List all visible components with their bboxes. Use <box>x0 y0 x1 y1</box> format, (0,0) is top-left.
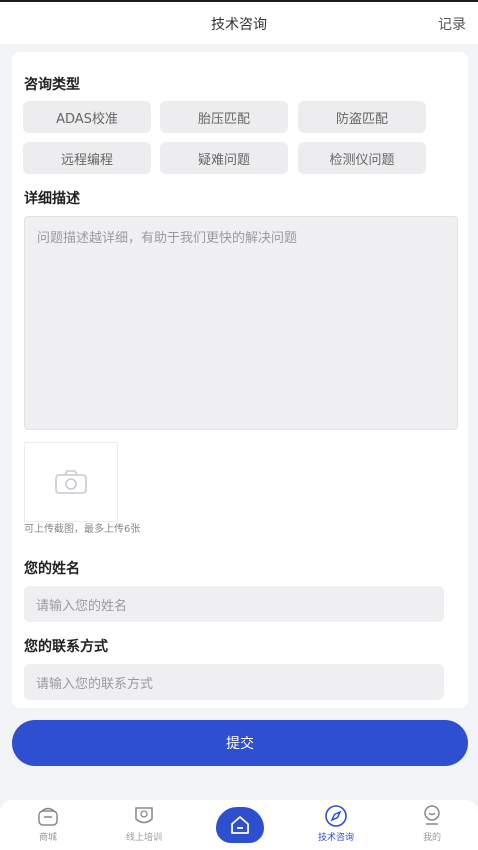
description-placeholder: 问题描述越详细，有助于我们更快的解决问题 <box>37 231 298 246</box>
tab-training-label: 线上培训 <box>125 833 162 843</box>
compass-icon <box>324 804 348 828</box>
chip-scanner-issue[interactable]: 检测仪问题 <box>298 142 426 174</box>
record-link[interactable]: 记录 <box>438 14 466 34</box>
description-textarea[interactable]: 问题描述越详细，有助于我们更快的解决问题 <box>24 216 458 430</box>
description-title: 详细描述 <box>24 191 80 207</box>
tab-shop-label: 商城 <box>38 833 57 843</box>
name-placeholder: 请输入您的姓名 <box>36 598 128 614</box>
home-icon <box>231 816 249 834</box>
top-bar: 技术咨询 记录 <box>0 0 478 44</box>
consult-form-card: 咨询类型 ADAS校准 胎压匹配 防盗匹配 远程编程 疑难问题 检测仪问题 详细… <box>12 52 468 708</box>
tab-tech-consult[interactable]: 技术咨询 <box>301 804 371 850</box>
name-title: 您的姓名 <box>24 561 80 577</box>
upload-hint: 可上传截图，最多上传6张 <box>24 524 141 535</box>
contact-placeholder: 请输入您的联系方式 <box>36 676 154 692</box>
camera-icon <box>55 470 87 494</box>
tab-shop[interactable]: 商城 <box>13 804 83 850</box>
contact-title: 您的联系方式 <box>24 639 108 655</box>
tab-profile-label: 我的 <box>422 833 441 843</box>
training-icon <box>132 804 156 828</box>
chip-adas[interactable]: ADAS校准 <box>23 101 151 133</box>
profile-icon <box>420 804 444 828</box>
name-input[interactable]: 请输入您的姓名 <box>24 586 444 622</box>
page-title: 技术咨询 <box>211 17 267 33</box>
contact-input[interactable]: 请输入您的联系方式 <box>24 664 444 700</box>
chip-difficult-issue[interactable]: 疑难问题 <box>160 142 288 174</box>
consult-type-title: 咨询类型 <box>24 77 80 93</box>
upload-image-button[interactable] <box>24 442 118 522</box>
chip-tire-pressure[interactable]: 胎压匹配 <box>160 101 288 133</box>
chip-anti-theft[interactable]: 防盗匹配 <box>298 101 426 133</box>
submit-button[interactable]: 提交 <box>12 720 468 766</box>
shop-icon <box>36 804 60 828</box>
tab-training[interactable]: 线上培训 <box>109 804 179 850</box>
tab-tech-consult-label: 技术咨询 <box>317 833 354 843</box>
tab-profile[interactable]: 我的 <box>397 804 467 850</box>
chip-remote-programming[interactable]: 远程编程 <box>23 142 151 174</box>
home-button[interactable] <box>213 804 267 846</box>
